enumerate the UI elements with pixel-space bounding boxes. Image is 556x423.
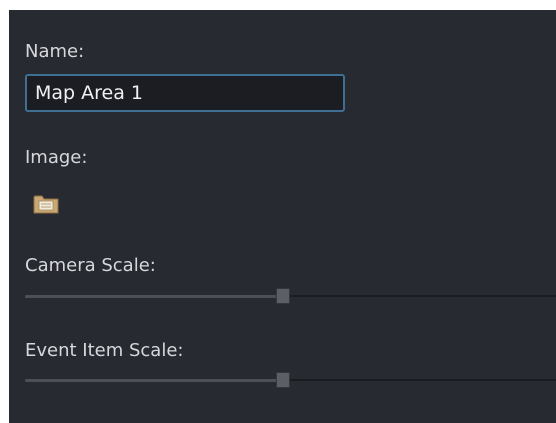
event-item-scale-slider[interactable] [25,370,556,390]
camera-scale-label: Camera Scale: [25,255,156,276]
image-browse-button[interactable] [33,193,59,215]
map-area-properties-panel: Name: Image: Camera Scale: Event Item Sc… [9,10,556,423]
slider-handle[interactable] [276,288,290,304]
slider-fill [25,295,283,298]
image-label: Image: [25,147,88,168]
name-label: Name: [25,41,85,62]
slider-fill [25,379,283,382]
folder-icon [33,195,59,214]
event-item-scale-label: Event Item Scale: [25,340,184,361]
name-input[interactable] [25,74,345,112]
camera-scale-slider[interactable] [25,286,556,306]
slider-handle[interactable] [276,372,290,388]
